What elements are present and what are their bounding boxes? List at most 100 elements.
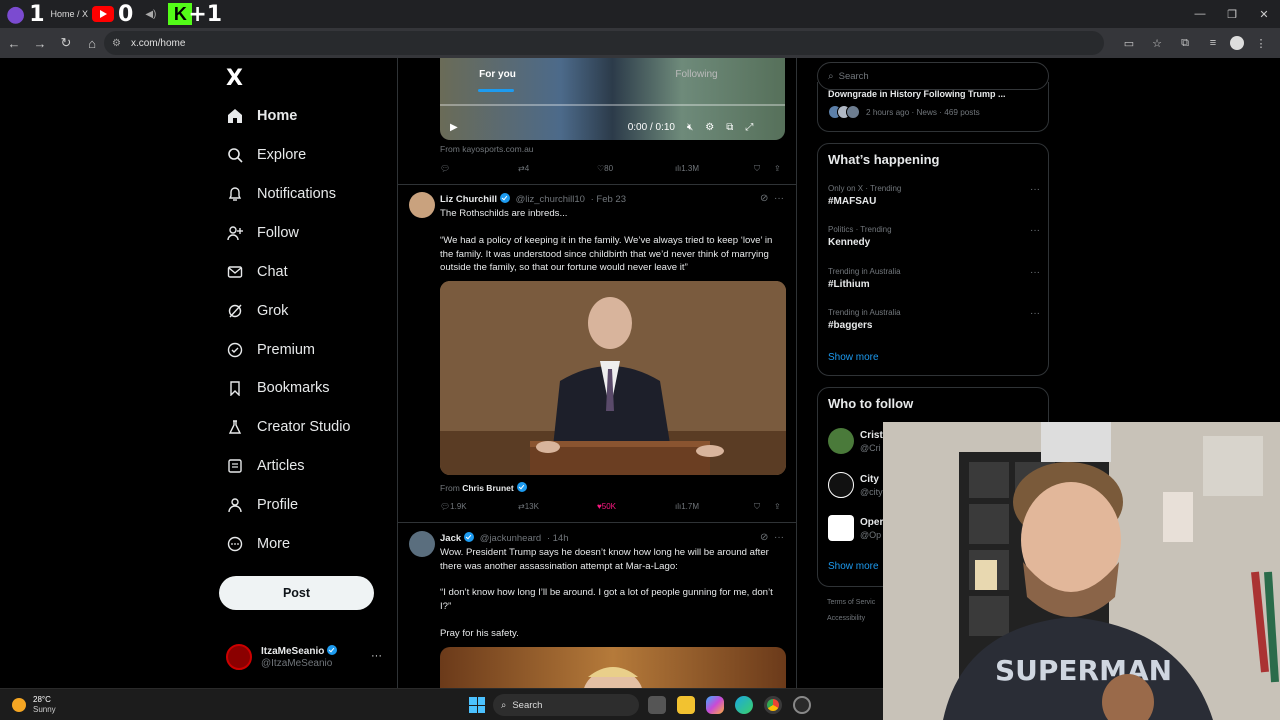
tab-following[interactable]: Following	[597, 58, 796, 94]
star-icon[interactable]: ☆	[1146, 31, 1168, 55]
nav-bookmarks[interactable]: Bookmarks	[226, 374, 330, 402]
search-input[interactable]: ⌕ Search	[817, 62, 1049, 90]
url-field[interactable]: ⚙ x.com/home	[104, 31, 1104, 55]
reply-icon[interactable]: 💬︎	[440, 164, 450, 173]
trend-item[interactable]: Trending in Australia #Lithium ···	[828, 267, 1040, 297]
follow-suggestion[interactable]: City @city	[828, 472, 888, 502]
verified-badge-icon	[464, 532, 475, 542]
like-button[interactable]: ♥ 50K	[597, 502, 616, 511]
back-icon[interactable]: ←	[2, 31, 26, 55]
x-logo-icon[interactable]: X	[226, 66, 243, 91]
edge-icon[interactable]	[735, 696, 753, 714]
avatar[interactable]	[409, 192, 435, 218]
post-date[interactable]: · 14h	[547, 533, 569, 544]
bookmark-icon[interactable]: ⛉	[754, 164, 760, 174]
video-player[interactable]	[440, 281, 786, 475]
post-actions: 💬︎ 1.9K ⇄ 13K ♥ 50K ılı 1.7M ⛉ ⇪	[440, 502, 788, 518]
more-dots-icon[interactable]: ···	[774, 193, 784, 204]
more-dots-icon[interactable]: ···	[774, 532, 784, 543]
copilot-icon[interactable]	[706, 696, 724, 714]
tab-title[interactable]: Home / X	[51, 9, 89, 19]
reload-icon[interactable]: ↻	[54, 31, 78, 55]
nav-profile[interactable]: Profile	[226, 491, 298, 519]
more-dots-icon[interactable]: ···	[1030, 267, 1040, 278]
grok-icon[interactable]: ⊘	[760, 193, 768, 204]
share-icon[interactable]: ⇪	[774, 502, 781, 511]
trend-item[interactable]: Trending in Australia #baggers ···	[828, 308, 1040, 338]
footer-accessibility[interactable]: Accessibility	[827, 615, 865, 622]
close-icon[interactable]: ✕	[1248, 0, 1280, 28]
windows-start-icon[interactable]	[469, 697, 485, 713]
pip-icon[interactable]: ⧉	[726, 122, 733, 133]
tab-for-you[interactable]: For you	[398, 58, 597, 94]
repost-button[interactable]: ⇄ 4	[518, 164, 529, 173]
weather-widget[interactable]: 28°C Sunny	[12, 694, 92, 716]
play-icon[interactable]: ▶	[450, 122, 458, 133]
more-dots-icon[interactable]: ···	[1030, 225, 1040, 236]
avatar[interactable]	[409, 531, 435, 557]
nav-creator-studio[interactable]: Creator Studio	[226, 413, 351, 441]
post-date[interactable]: · Feb 23	[591, 194, 626, 205]
more-dots-icon[interactable]: ···	[1030, 308, 1040, 319]
more-dots-icon[interactable]: ···	[371, 650, 382, 662]
nav-explore[interactable]: Explore	[226, 141, 306, 169]
forward-icon[interactable]: →	[28, 31, 52, 55]
post-button[interactable]: Post	[219, 576, 374, 610]
extensions-icon[interactable]: ⧉	[1174, 31, 1196, 55]
mute-icon[interactable]: 🔇︎	[687, 122, 693, 133]
repost-button[interactable]: ⇄ 13K	[518, 502, 539, 511]
views-count[interactable]: ılı 1.7M	[675, 502, 699, 511]
account-switcher[interactable]: ItzaMeSeanio @ItzaMeSeanio ···	[226, 642, 386, 676]
speaker-icon[interactable]: ◀)	[145, 9, 156, 20]
app-icon[interactable]	[793, 696, 811, 714]
home-button-icon[interactable]: ⌂	[80, 31, 104, 55]
grok-icon[interactable]: ⊘	[760, 532, 768, 543]
toolbar-icons: ▭ ☆ ⧉ ≡ ⋮	[1118, 31, 1272, 55]
trend-item[interactable]: Politics · Trending Kennedy ···	[828, 225, 1040, 255]
weather-condition: Sunny	[33, 705, 56, 714]
minimize-icon[interactable]: —	[1184, 0, 1216, 28]
video-source[interactable]: From kayosports.com.au	[440, 144, 534, 154]
nav-home[interactable]: Home	[226, 102, 297, 130]
like-button[interactable]: ♡ 80	[597, 164, 613, 173]
author-name[interactable]: Jack	[440, 533, 461, 544]
show-more-link[interactable]: Show more	[828, 352, 879, 363]
tweet-menu: ⊘ ···	[760, 193, 784, 204]
taskbar-search[interactable]: ⌕ Search	[493, 694, 639, 716]
maximize-icon[interactable]: ❐	[1216, 0, 1248, 28]
chrome-icon[interactable]	[764, 696, 782, 714]
nav-premium[interactable]: Premium	[226, 336, 315, 364]
cast-icon[interactable]: ▭	[1118, 31, 1140, 55]
views-count[interactable]: ılı 1.3M	[675, 164, 699, 173]
site-info-icon[interactable]: ⚙	[112, 38, 121, 49]
nav-follow[interactable]: Follow	[226, 219, 299, 247]
trend-item[interactable]: Only on X · Trending #MAFSAU ···	[828, 184, 1040, 214]
video-source[interactable]: From Chris Brunet	[440, 482, 527, 493]
reply-button[interactable]: 💬︎ 1.9K	[440, 502, 467, 511]
author-name[interactable]: Liz Churchill	[440, 194, 497, 205]
tweet-quote: “I don’t know how long I’ll be around. I…	[440, 587, 773, 612]
share-icon[interactable]: ⇪	[774, 164, 781, 173]
video-progress-track[interactable]	[440, 104, 785, 106]
nav-more[interactable]: More	[226, 530, 290, 558]
more-dots-icon[interactable]: ···	[1030, 184, 1040, 195]
menu-kebab-icon[interactable]: ⋮	[1250, 31, 1272, 55]
author-handle[interactable]: @liz_churchill10	[516, 194, 585, 205]
show-more-link[interactable]: Show more	[828, 561, 879, 572]
file-explorer-icon[interactable]	[677, 696, 695, 714]
nav-articles[interactable]: Articles	[226, 452, 305, 480]
author-handle[interactable]: @jackunheard	[480, 533, 541, 544]
follow-suggestion[interactable]: Oper @Op	[828, 515, 888, 545]
video-player[interactable]	[440, 647, 786, 688]
nav-chat[interactable]: Chat	[226, 258, 288, 286]
media-icon[interactable]: ≡	[1202, 31, 1224, 55]
settings-icon[interactable]: ⚙	[705, 122, 714, 133]
task-view-icon[interactable]	[648, 696, 666, 714]
fullscreen-icon[interactable]: ⤢	[745, 122, 753, 133]
footer-terms[interactable]: Terms of Servic	[827, 599, 875, 606]
profile-avatar-icon[interactable]	[1230, 36, 1244, 50]
follow-suggestion[interactable]: Crist @Cri	[828, 428, 888, 458]
nav-grok[interactable]: Grok	[226, 297, 288, 325]
bookmark-icon[interactable]: ⛉	[754, 502, 760, 512]
nav-notifications[interactable]: Notifications	[226, 180, 336, 208]
